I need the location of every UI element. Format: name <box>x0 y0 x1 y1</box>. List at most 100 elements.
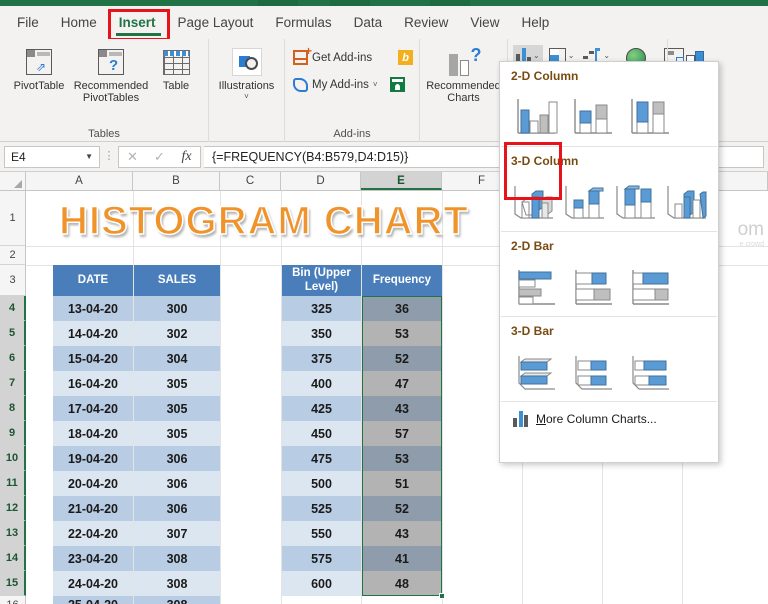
chart-type-100-stacked-column[interactable] <box>624 87 676 139</box>
row-header-11[interactable]: 11 <box>0 471 26 496</box>
column-header-a[interactable]: A <box>26 172 133 190</box>
row-header-16[interactable]: 16 <box>0 596 26 604</box>
tab-home[interactable]: Home <box>50 10 108 35</box>
select-all-corner[interactable] <box>0 172 26 190</box>
cell-date-row-11[interactable]: 20-04-20 <box>53 471 133 496</box>
row-header-2[interactable]: 2 <box>0 246 26 265</box>
pivot-table-button[interactable]: ⇗ PivotTable <box>6 42 72 92</box>
cell-date-row-10[interactable]: 19-04-20 <box>53 446 133 471</box>
cell-frequency-row-11[interactable]: 51 <box>362 471 442 496</box>
chart-type-3d-clustered-bar[interactable] <box>510 342 562 394</box>
cell-bin-row-14[interactable]: 575 <box>282 546 361 571</box>
illustrations-button[interactable]: Illustrations ˅ <box>212 42 282 101</box>
tab-help[interactable]: Help <box>510 10 560 35</box>
row-header-13[interactable]: 13 <box>0 521 26 546</box>
enter-icon[interactable]: ✓ <box>146 149 173 165</box>
row-header-9[interactable]: 9 <box>0 421 26 446</box>
row-header-8[interactable]: 8 <box>0 396 26 421</box>
cell-sales-row-5[interactable]: 302 <box>134 321 220 346</box>
cell-bin-row-15[interactable]: 600 <box>282 571 361 596</box>
row-header-1[interactable]: 1 <box>0 191 26 246</box>
row-header-6[interactable]: 6 <box>0 346 26 371</box>
tab-page-layout[interactable]: Page Layout <box>167 10 265 35</box>
cell-bin-row-13[interactable]: 550 <box>282 521 361 546</box>
tab-review[interactable]: Review <box>393 10 459 35</box>
recommended-charts-button[interactable]: ? Recommended Charts <box>422 42 506 105</box>
waterfall-chart-chevron-down-icon[interactable]: ⌄ <box>603 51 610 60</box>
cell-frequency-row-15[interactable]: 48 <box>362 571 442 596</box>
cell-date-row-4[interactable]: 13-04-20 <box>53 296 133 321</box>
row-header-10[interactable]: 10 <box>0 446 26 471</box>
people-graph-icon[interactable] <box>389 77 405 92</box>
cell-bin-row-11[interactable]: 500 <box>282 471 361 496</box>
cell-sales-row-16[interactable]: 308 <box>134 596 220 604</box>
chart-type-3d-column-plain[interactable] <box>663 172 713 224</box>
cell-date-row-15[interactable]: 24-04-20 <box>53 571 133 596</box>
more-column-charts-item[interactable]: More Column Charts... <box>500 402 718 435</box>
cell-bin-row-12[interactable]: 525 <box>282 496 361 521</box>
cell-sales-row-15[interactable]: 308 <box>134 571 220 596</box>
cell-sales-row-12[interactable]: 306 <box>134 496 220 521</box>
cell-bin-row-5[interactable]: 350 <box>282 321 361 346</box>
chart-type-clustered-bar[interactable] <box>510 257 562 309</box>
table-button[interactable]: Table <box>150 42 202 92</box>
chart-type-stacked-bar[interactable] <box>567 257 619 309</box>
cell-frequency-row-14[interactable]: 41 <box>362 546 442 571</box>
illustrations-chevron-down-icon[interactable]: ˅ <box>244 92 249 101</box>
formula-bar-grip[interactable]: ⋮ <box>103 151 115 162</box>
hierarchy-chart-chevron-down-icon[interactable]: ⌄ <box>568 51 575 60</box>
chart-type-3d-stacked-bar[interactable] <box>567 342 619 394</box>
cell-date-row-8[interactable]: 17-04-20 <box>53 396 133 421</box>
cell-date-row-16[interactable]: 25-04-20 <box>53 596 133 604</box>
cell-date-row-7[interactable]: 16-04-20 <box>53 371 133 396</box>
recommended-pivot-tables-button[interactable]: ? Recommended PivotTables <box>72 42 150 105</box>
cell-date-row-13[interactable]: 22-04-20 <box>53 521 133 546</box>
row-header-3[interactable]: 3 <box>0 265 26 296</box>
cell-frequency-row-6[interactable]: 52 <box>362 346 442 371</box>
cell-frequency-row-8[interactable]: 43 <box>362 396 442 421</box>
tab-file[interactable]: File <box>6 10 50 35</box>
cell-date-row-14[interactable]: 23-04-20 <box>53 546 133 571</box>
chart-type-3d-clustered-column[interactable] <box>510 172 560 224</box>
name-box[interactable]: E4 ▼ <box>4 145 100 168</box>
column-chart-chevron-down-icon[interactable]: ⌄ <box>533 51 540 60</box>
tab-view[interactable]: View <box>459 10 510 35</box>
chart-type-clustered-column[interactable] <box>510 87 562 139</box>
cell-frequency-row-9[interactable]: 57 <box>362 421 442 446</box>
cell-bin-row-8[interactable]: 425 <box>282 396 361 421</box>
tab-insert[interactable]: Insert <box>108 10 167 35</box>
cell-sales-row-10[interactable]: 306 <box>134 446 220 471</box>
cell-frequency-row-10[interactable]: 53 <box>362 446 442 471</box>
row-header-5[interactable]: 5 <box>0 321 26 346</box>
chart-type-3d-100-stacked-column[interactable] <box>612 172 662 224</box>
cell-sales-row-6[interactable]: 304 <box>134 346 220 371</box>
cell-date-row-5[interactable]: 14-04-20 <box>53 321 133 346</box>
cell-sales-row-4[interactable]: 300 <box>134 296 220 321</box>
row-header-14[interactable]: 14 <box>0 546 26 571</box>
column-header-b[interactable]: B <box>133 172 220 190</box>
column-header-c[interactable]: C <box>220 172 281 190</box>
chart-type-stacked-column[interactable] <box>567 87 619 139</box>
row-header-4[interactable]: 4 <box>0 296 26 321</box>
chart-type-3d-stacked-column[interactable] <box>561 172 611 224</box>
cell-sales-row-13[interactable]: 307 <box>134 521 220 546</box>
row-header-7[interactable]: 7 <box>0 371 26 396</box>
tab-data[interactable]: Data <box>343 10 394 35</box>
cell-bin-row-10[interactable]: 475 <box>282 446 361 471</box>
name-box-chevron-down-icon[interactable]: ▼ <box>85 152 93 161</box>
cancel-icon[interactable]: ✕ <box>119 149 146 165</box>
cell-sales-row-14[interactable]: 308 <box>134 546 220 571</box>
cell-frequency-row-4[interactable]: 36 <box>362 296 442 321</box>
cell-bin-row-4[interactable]: 325 <box>282 296 361 321</box>
row-header-12[interactable]: 12 <box>0 496 26 521</box>
cell-frequency-row-7[interactable]: 47 <box>362 371 442 396</box>
cell-frequency-row-5[interactable]: 53 <box>362 321 442 346</box>
cell-date-row-6[interactable]: 15-04-20 <box>53 346 133 371</box>
cell-sales-row-8[interactable]: 305 <box>134 396 220 421</box>
chart-type-3d-100-stacked-bar[interactable] <box>624 342 676 394</box>
cell-bin-row-6[interactable]: 375 <box>282 346 361 371</box>
cell-frequency-row-12[interactable]: 52 <box>362 496 442 521</box>
cell-frequency-row-13[interactable]: 43 <box>362 521 442 546</box>
cell-bin-row-7[interactable]: 400 <box>282 371 361 396</box>
row-header-15[interactable]: 15 <box>0 571 26 596</box>
